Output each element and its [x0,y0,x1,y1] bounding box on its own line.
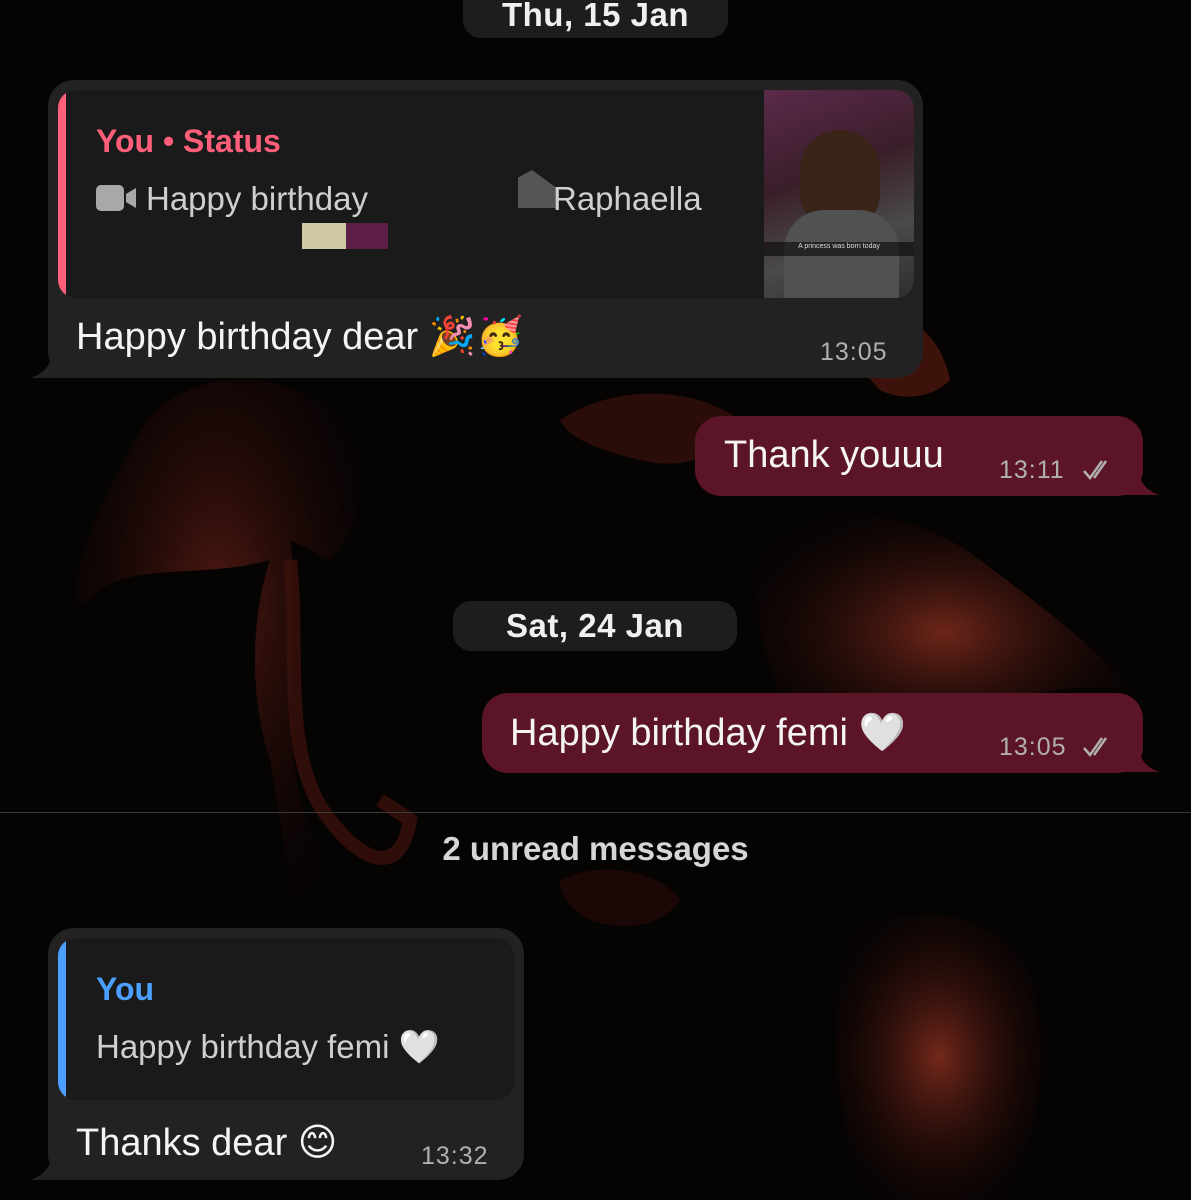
unread-divider [0,812,1191,813]
double-check-icon [1083,460,1108,481]
quote-author: You • Status [96,123,281,159]
quote-accent-bar [58,90,66,298]
redacted-block [346,223,388,249]
double-check-icon [1083,737,1108,758]
bubble-tail [1120,740,1160,772]
bubble-tail [1120,463,1160,495]
bubble-tail [30,346,70,378]
redacted-block [302,223,346,249]
quote-accent-bar [58,938,66,1100]
video-camera-icon [96,185,136,211]
quote-text: Happy birthday femi 🤍 [96,1028,440,1065]
message-text: Happy birthday dear 🎉🥳 [76,316,524,358]
date-separator: Thu, 15 Jan [463,0,728,38]
date-separator: Sat, 24 Jan [453,601,737,651]
redacted-block [518,170,558,208]
message-text: Happy birthday femi 🤍 [510,712,906,754]
unread-messages-label: 2 unread messages [442,830,749,867]
message-time: 13:05 [999,733,1067,761]
message-text: Thanks dear 😊 [76,1122,338,1164]
message-text: Thank youuu [724,434,944,476]
quote-text: Happy birthday [146,180,368,217]
message-time: 13:05 [820,338,888,366]
quote-text-name: Raphaella [553,180,702,217]
reply-quote[interactable]: You Happy birthday femi 🤍 [58,938,514,1100]
message-time: 13:11 [999,456,1065,484]
status-reply-quote[interactable]: You • Status Happy birthday Raphaella A … [58,90,914,298]
bubble-tail [30,1148,70,1180]
message-time: 13:32 [421,1142,489,1170]
status-thumbnail[interactable]: A princess was born today [764,90,914,298]
quote-author: You [96,971,155,1007]
thumbnail-caption: A princess was born today [798,243,880,250]
